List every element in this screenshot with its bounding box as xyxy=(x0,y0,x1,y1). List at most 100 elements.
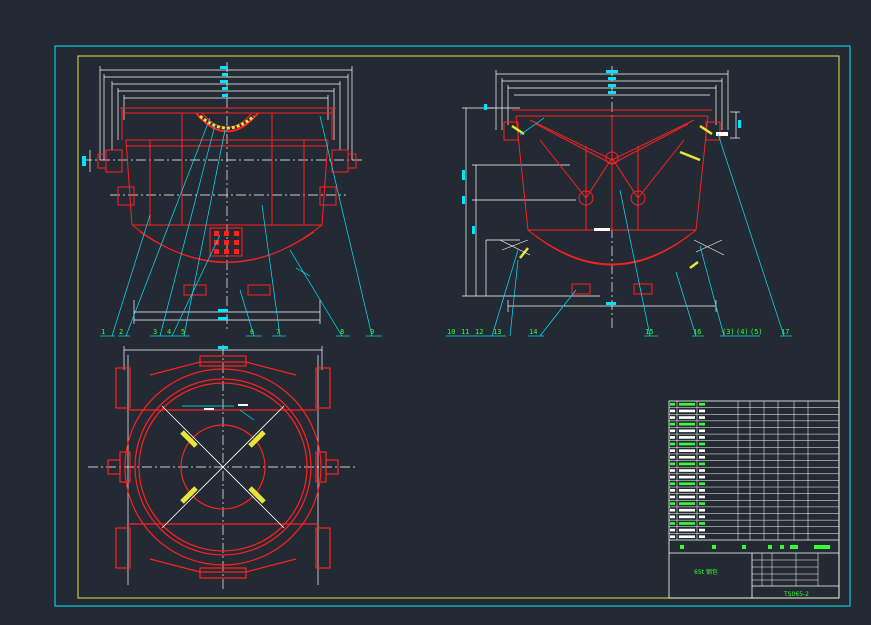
parts-cell-mark xyxy=(679,409,695,413)
callout-3: 3 xyxy=(153,328,157,336)
side-leaders xyxy=(446,117,792,337)
top-leaders xyxy=(182,405,255,421)
parts-cell-mark xyxy=(679,436,695,439)
callout-5: 5 xyxy=(181,328,185,336)
callout-5b: (5) xyxy=(750,328,763,336)
parts-cell-mark xyxy=(679,495,695,499)
parts-cell-mark xyxy=(670,442,675,446)
callout-4: 4 xyxy=(167,328,171,336)
parts-cell-mark xyxy=(699,515,705,519)
side-dimensions xyxy=(462,66,740,330)
title-small-grid xyxy=(752,553,819,586)
parts-cell-mark xyxy=(670,416,675,419)
top-dim-text xyxy=(204,404,248,410)
callout-9: 9 xyxy=(370,328,374,336)
callout-10: 10 xyxy=(447,328,455,336)
parts-cell-mark xyxy=(670,495,675,499)
callout-13: 13 xyxy=(493,328,501,336)
parts-cell-mark xyxy=(670,528,675,532)
callout-11: 11 xyxy=(461,328,469,336)
callout-1: 1 xyxy=(101,328,105,336)
parts-cell-mark xyxy=(699,455,705,459)
front-callout-labels: 1 2 3 4 5 6 7 8 9 xyxy=(101,328,374,336)
parts-cell-mark xyxy=(699,489,705,492)
parts-list-cells xyxy=(670,402,705,539)
parts-cell-mark xyxy=(699,502,705,505)
parts-cell-mark xyxy=(679,402,695,406)
parts-cell-mark xyxy=(699,429,705,433)
parts-list-columns xyxy=(676,401,809,540)
parts-cell-mark xyxy=(679,475,695,479)
parts-cell-mark xyxy=(679,422,695,426)
top-dim-mark xyxy=(218,346,228,349)
side-view: 10 11 12 13 14 15 16 (3) (4) (5) 17 xyxy=(446,66,792,337)
parts-cell-mark xyxy=(670,436,675,439)
callout-17: 17 xyxy=(781,328,789,336)
side-dim-marks xyxy=(462,70,741,305)
title-header-marks xyxy=(680,545,830,549)
parts-cell-mark xyxy=(670,522,675,525)
parts-cell-mark xyxy=(699,482,705,486)
drawing-number: TS065-2 xyxy=(783,591,809,598)
parts-cell-mark xyxy=(679,522,695,525)
parts-cell-mark xyxy=(679,429,695,433)
parts-cell-mark xyxy=(679,528,695,532)
callout-8: 8 xyxy=(340,328,344,336)
parts-cell-mark xyxy=(670,429,675,433)
parts-cell-mark xyxy=(699,475,705,479)
outer-frame xyxy=(54,45,851,607)
parts-cell-mark xyxy=(699,402,705,406)
cad-drawing-sheet: 1 2 3 4 5 6 7 8 9 10 11 12 13 14 15 16 (… xyxy=(0,0,871,625)
parts-cell-mark xyxy=(699,416,705,419)
inner-frame xyxy=(77,55,840,599)
drawing-title: 65t 钢包 xyxy=(694,568,718,576)
parts-cell-mark xyxy=(699,469,705,472)
parts-cell-mark xyxy=(699,522,705,525)
parts-cell-mark xyxy=(670,508,675,512)
parts-cell-mark xyxy=(699,449,705,452)
parts-cell-mark xyxy=(699,436,705,439)
callout-3b: (3) xyxy=(722,328,735,336)
parts-cell-mark xyxy=(679,442,695,446)
parts-cell-mark xyxy=(670,409,675,413)
callout-15: 15 xyxy=(645,328,653,336)
parts-cell-mark xyxy=(679,449,695,452)
front-view: 1 2 3 4 5 6 7 8 9 xyxy=(82,62,382,337)
callout-7: 7 xyxy=(276,328,280,336)
parts-cell-mark xyxy=(670,535,675,539)
callout-14: 14 xyxy=(529,328,537,336)
parts-cell-mark xyxy=(670,482,675,486)
parts-cell-mark xyxy=(670,502,675,505)
parts-cell-mark xyxy=(699,528,705,532)
parts-cell-mark xyxy=(670,462,675,466)
parts-cell-mark xyxy=(679,469,695,472)
parts-cell-mark xyxy=(679,462,695,466)
callout-4b: (4) xyxy=(736,328,749,336)
side-blocks xyxy=(594,132,728,231)
parts-cell-mark xyxy=(699,422,705,426)
title-block: 65t 钢包 TS065-2 xyxy=(668,400,840,599)
parts-cell-mark xyxy=(670,489,675,492)
parts-cell-mark xyxy=(699,535,705,539)
parts-cell-mark xyxy=(679,482,695,486)
drawing-canvas: 1 2 3 4 5 6 7 8 9 10 11 12 13 14 15 16 (… xyxy=(54,45,851,607)
parts-cell-mark xyxy=(670,449,675,452)
parts-cell-mark xyxy=(699,462,705,466)
front-plug-detail xyxy=(214,231,239,254)
parts-cell-mark xyxy=(670,475,675,479)
parts-cell-mark xyxy=(670,515,675,519)
callout-2: 2 xyxy=(119,328,123,336)
parts-cell-mark xyxy=(679,508,695,512)
top-view xyxy=(88,345,358,590)
parts-cell-mark xyxy=(679,416,695,419)
parts-cell-mark xyxy=(679,515,695,519)
parts-cell-mark xyxy=(699,495,705,499)
callout-16: 16 xyxy=(693,328,701,336)
callout-6: 6 xyxy=(250,328,254,336)
side-callout-labels: 10 11 12 13 14 15 16 (3) (4) (5) 17 xyxy=(447,328,789,336)
parts-cell-mark xyxy=(679,489,695,492)
parts-cell-mark xyxy=(670,469,675,472)
parts-cell-mark xyxy=(699,508,705,512)
parts-cell-mark xyxy=(679,535,695,539)
parts-cell-mark xyxy=(670,422,675,426)
